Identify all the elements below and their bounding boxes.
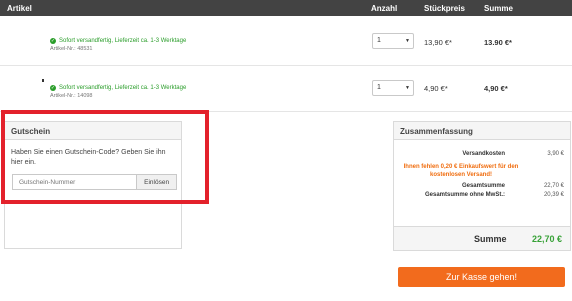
chevron-down-icon: ▼ [405,38,410,44]
net-total-label: Gesamtsumme ohne MwSt.: [424,192,505,198]
quantity-value: 1 [377,37,381,44]
availability-text: Sofort versandfertig, Lieferzeit ca. 1-3… [59,85,187,91]
grand-total-label: Summe [474,234,507,244]
cart-table-header: Artikel Anzahl Stückpreis Summe [0,0,572,16]
quantity-select[interactable]: 1 ▼ [372,80,414,96]
check-icon: ✓ [50,38,56,44]
free-shipping-note: Ihnen fehlen 0,20 € Einkaufswert für den… [403,164,519,178]
quantity-select[interactable]: 1 ▼ [372,33,414,49]
availability-status: ✓ Sofort versandfertig, Lieferzeit ca. 1… [50,85,186,91]
article-number: Artikel-Nr.: 14098 [50,93,93,99]
unit-price: 13,90 €* [424,38,452,47]
chevron-down-icon: ▼ [405,85,410,91]
grand-total-value: 22,70 € [531,234,562,244]
quantity-value: 1 [377,84,381,91]
subtotal-label: Gesamtsumme [461,183,505,189]
grand-total-bar: Summe 22,70 € [394,226,570,250]
availability-text: Sofort versandfertig, Lieferzeit ca. 1-3… [59,38,187,44]
column-header-article: Artikel [7,4,32,13]
order-summary-panel: Zusammenfassung Versandkosten 3,90 € Ihn… [393,121,571,251]
checkout-button[interactable]: Zur Kasse gehen! [398,267,565,287]
column-header-total: Summe [484,4,513,13]
shipping-value: 3,90 € [547,151,564,157]
availability-status: ✓ Sofort versandfertig, Lieferzeit ca. 1… [50,38,186,44]
article-number: Artikel-Nr.: 48531 [50,46,93,52]
bullet-marker [42,79,44,82]
row-total: 4,90 €* [484,84,508,93]
cart-row: ✓ Sofort versandfertig, Lieferzeit ca. 1… [0,16,572,66]
check-icon: ✓ [50,85,56,91]
unit-price: 4,90 €* [424,84,448,93]
net-total-value: 20,39 € [543,192,564,198]
column-header-quantity: Anzahl [371,4,398,13]
column-header-unit-price: Stückpreis [424,4,465,13]
row-total: 13.90 €* [484,38,512,47]
shipping-label: Versandkosten [462,151,505,157]
highlight-frame [1,110,209,204]
cart-row: ✓ Sofort versandfertig, Lieferzeit ca. 1… [0,66,572,112]
summary-title: Zusammenfassung [394,122,570,140]
subtotal-value: 22,70 € [543,183,564,189]
